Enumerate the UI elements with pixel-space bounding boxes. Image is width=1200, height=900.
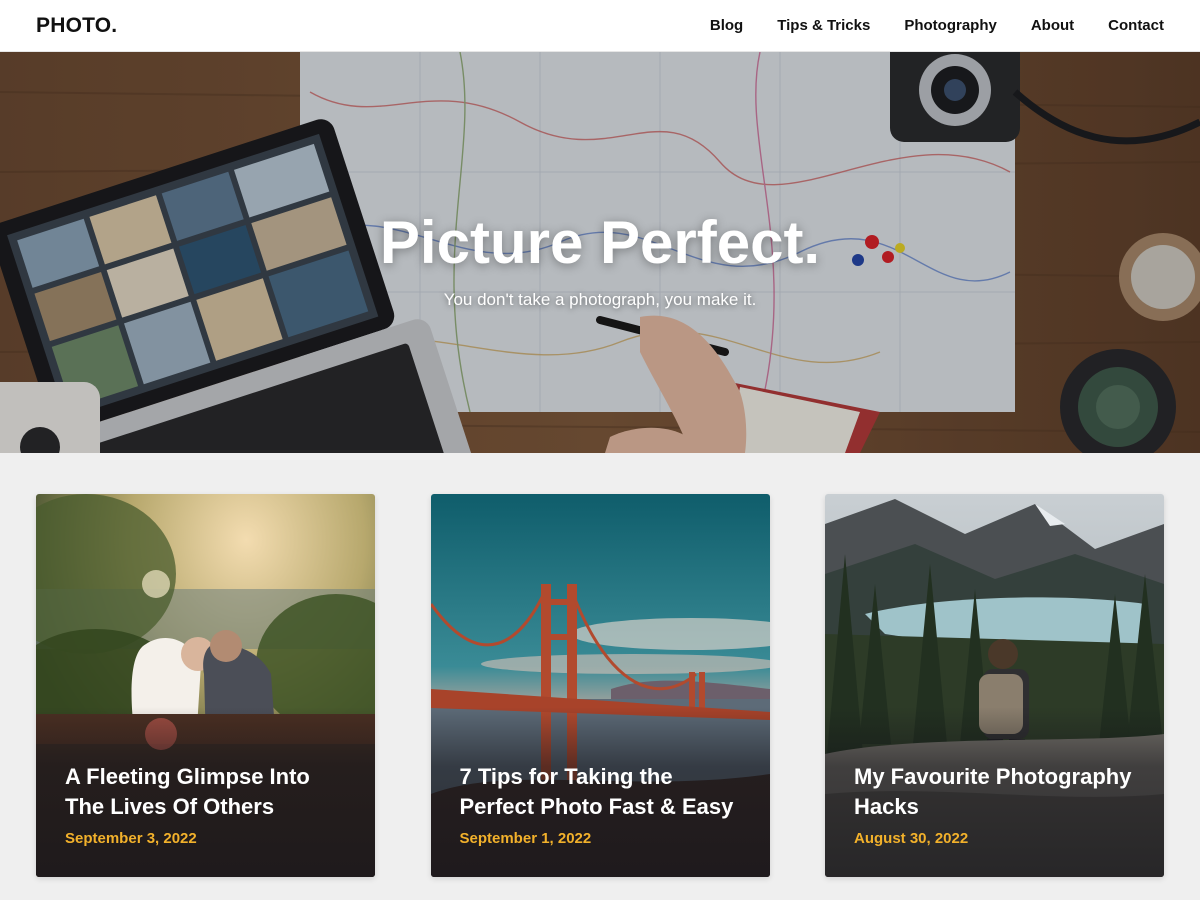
nav-link-photography[interactable]: Photography (904, 17, 997, 34)
card-text: A Fleeting Glimpse Into The Lives Of Oth… (65, 762, 351, 847)
nav-link-contact[interactable]: Contact (1108, 17, 1164, 34)
post-card-favourite-hacks[interactable]: My Favourite Photography Hacks August 30… (825, 494, 1164, 877)
main-nav: Blog Tips & Tricks Photography About Con… (710, 17, 1164, 34)
nav-link-tips-tricks[interactable]: Tips & Tricks (777, 17, 870, 34)
post-title[interactable]: A Fleeting Glimpse Into The Lives Of Oth… (65, 762, 351, 822)
post-title[interactable]: 7 Tips for Taking the Perfect Photo Fast… (460, 762, 746, 822)
site-header: PHOTO. Blog Tips & Tricks Photography Ab… (0, 0, 1200, 52)
post-title[interactable]: My Favourite Photography Hacks (854, 762, 1140, 822)
post-date: September 1, 2022 (459, 830, 592, 847)
nav-link-blog[interactable]: Blog (710, 17, 743, 34)
card-text: My Favourite Photography Hacks August 30… (854, 762, 1140, 847)
post-date: August 30, 2022 (854, 830, 969, 847)
hero-subtitle: You don't take a photograph, you make it… (443, 290, 757, 309)
hero-title: Picture Perfect. (379, 209, 821, 276)
post-grid: A Fleeting Glimpse Into The Lives Of Oth… (36, 494, 1164, 877)
nav-link-about[interactable]: About (1031, 17, 1074, 34)
site-logo[interactable]: PHOTO. (36, 14, 117, 38)
hero-banner: Picture Perfect. You don't take a photog… (0, 52, 1200, 453)
card-text: 7 Tips for Taking the Perfect Photo Fast… (460, 762, 746, 847)
post-date: September 3, 2022 (65, 830, 197, 847)
post-card-fleeting-glimpse[interactable]: A Fleeting Glimpse Into The Lives Of Oth… (36, 494, 375, 877)
post-card-7-tips[interactable]: 7 Tips for Taking the Perfect Photo Fast… (430, 494, 770, 877)
